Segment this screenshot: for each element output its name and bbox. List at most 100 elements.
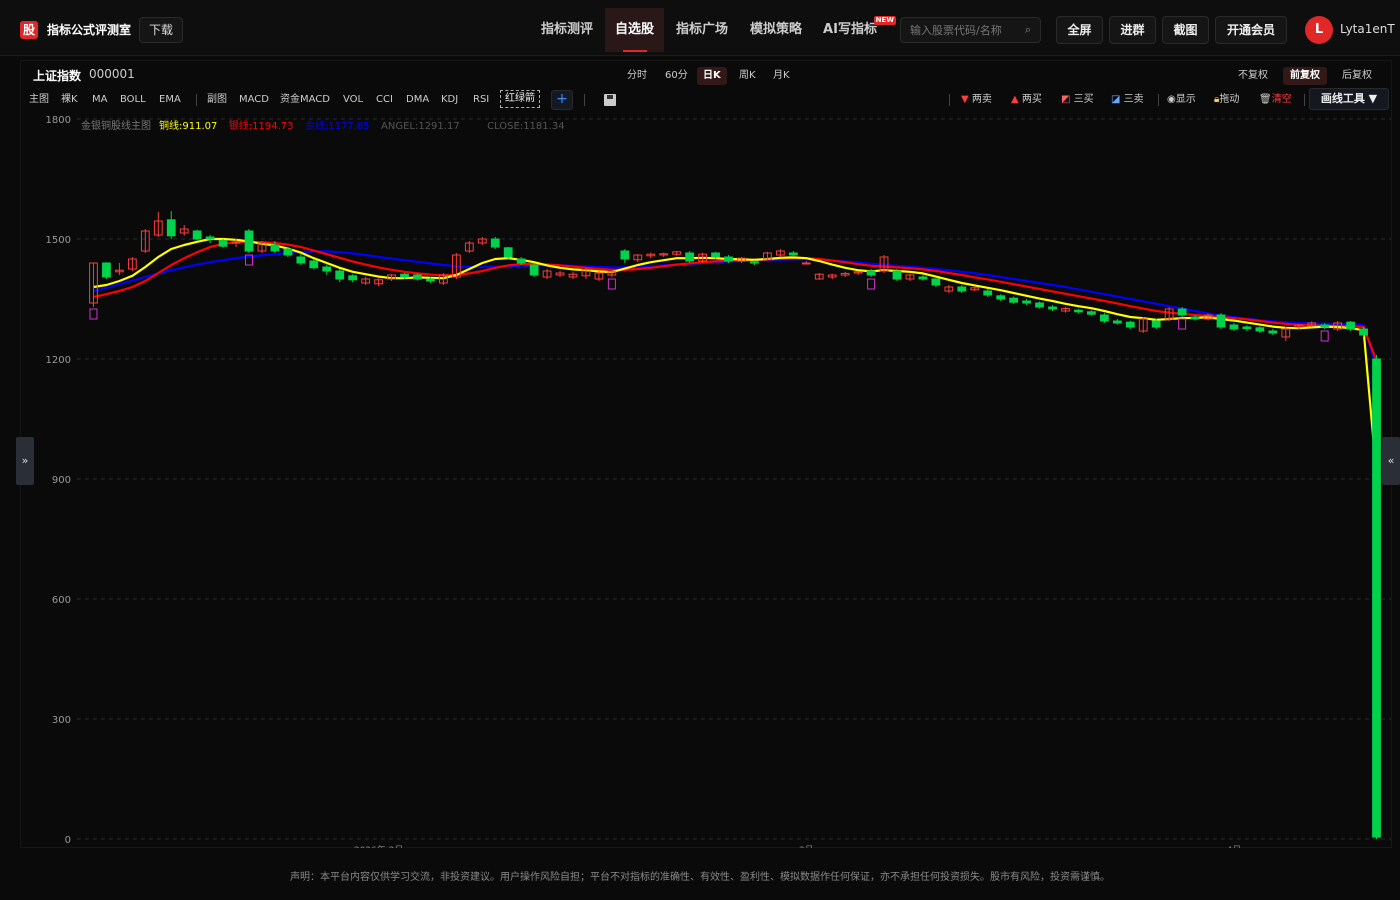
search-icon[interactable]: ⌕ bbox=[1025, 23, 1031, 37]
candle-body bbox=[1320, 324, 1330, 328]
tool-label: 清空 bbox=[1271, 94, 1292, 105]
indicator-rsi[interactable]: RSI bbox=[473, 93, 489, 107]
avatar[interactable]: L bbox=[1305, 16, 1333, 44]
x-tick-label: 3月 bbox=[799, 845, 814, 848]
candle-body bbox=[866, 270, 876, 276]
expand-right-button[interactable]: « bbox=[1382, 437, 1400, 485]
two-buy-tool[interactable]: ▲ 两买 bbox=[1011, 93, 1042, 107]
membership-button[interactable]: 开通会员 bbox=[1215, 16, 1287, 44]
candle-body bbox=[503, 247, 513, 258]
candlestick-chart[interactable]: 0 300 600 900 1200 1500 1800 2026年 2月 3月 4月 金银铜股线… bbox=[21, 113, 1391, 848]
drag-toggle[interactable]: 🔒︎拖动 bbox=[1214, 93, 1239, 107]
indicator-naked-k[interactable]: 裸K bbox=[61, 93, 78, 107]
app-title[interactable]: 指标公式评测室 bbox=[47, 21, 131, 39]
expand-left-button[interactable]: » bbox=[16, 437, 34, 485]
nav-simulation-strategy[interactable]: 模拟策略 bbox=[740, 8, 812, 52]
y-tick-label: 0 bbox=[65, 835, 71, 846]
search-input[interactable] bbox=[910, 22, 1015, 38]
candle-body bbox=[711, 252, 720, 258]
period-intraday[interactable]: 分时 bbox=[621, 67, 653, 85]
candle-body bbox=[516, 258, 526, 264]
triangle-down-icon: ▼ bbox=[961, 94, 969, 105]
indicator-red-green-arrow[interactable]: 红绿箭 bbox=[500, 90, 540, 108]
candle-body bbox=[400, 273, 409, 278]
triangle-up-icon: ▲ bbox=[1011, 94, 1019, 105]
candle-body bbox=[1009, 297, 1019, 303]
indicator-ma[interactable]: MA bbox=[92, 93, 107, 107]
adjust-backward[interactable]: 后复权 bbox=[1335, 67, 1379, 85]
candle-body bbox=[1372, 358, 1381, 838]
candle-body bbox=[1255, 327, 1265, 332]
indicator-vol[interactable]: VOL bbox=[343, 93, 363, 107]
drawing-tools-dropdown[interactable]: 画线工具 ▼ bbox=[1309, 88, 1389, 110]
trash-icon: 🗑︎ bbox=[1259, 94, 1272, 105]
trend-down-icon: ◪ bbox=[1111, 94, 1121, 105]
candle-body bbox=[529, 264, 539, 276]
username[interactable]: Lyta1enT bbox=[1340, 22, 1395, 36]
stock-search[interactable]: ⌕ bbox=[900, 17, 1041, 43]
stock-code: 000001 bbox=[89, 67, 135, 81]
divider bbox=[949, 94, 950, 106]
indicator-macd[interactable]: MACD bbox=[239, 93, 269, 107]
candle-body bbox=[205, 236, 215, 240]
candle-body bbox=[1125, 321, 1135, 328]
legend-CLOSE: CLOSE:1181.34 bbox=[487, 121, 564, 132]
indicator-boll[interactable]: BOLL bbox=[120, 93, 146, 107]
screenshot-button[interactable]: 截图 bbox=[1162, 16, 1209, 44]
nav-ai-indicator[interactable]: AI写指标 NEW bbox=[816, 8, 896, 52]
divider bbox=[1304, 94, 1305, 106]
candle-body bbox=[166, 219, 176, 237]
candle-body bbox=[983, 290, 993, 296]
buy-marker bbox=[1320, 330, 1329, 342]
period-daily[interactable]: 日K bbox=[697, 67, 727, 85]
indicator-main-chart[interactable]: 主图 bbox=[29, 93, 49, 107]
add-indicator-button[interactable]: + bbox=[551, 90, 573, 110]
trend-up-icon: ◩ bbox=[1061, 94, 1071, 105]
indicator-dma[interactable]: DMA bbox=[406, 93, 429, 107]
nav-watchlist[interactable]: 自选股 bbox=[605, 8, 664, 52]
candle-body bbox=[270, 244, 280, 252]
candle-body bbox=[231, 241, 241, 244]
show-toggle[interactable]: ◉显示 bbox=[1167, 93, 1196, 107]
copper-line-series bbox=[93, 237, 1378, 475]
three-sell-tool[interactable]: ◪ 三卖 bbox=[1111, 93, 1144, 107]
candle-body bbox=[892, 270, 902, 280]
three-buy-tool[interactable]: ◩ 三买 bbox=[1061, 93, 1094, 107]
join-group-button[interactable]: 进群 bbox=[1109, 16, 1156, 44]
indicator-fund-macd[interactable]: 资金MACD bbox=[280, 93, 330, 107]
clear-button[interactable]: 🗑︎清空 bbox=[1259, 93, 1292, 107]
candle-body bbox=[1151, 320, 1161, 328]
nav-indicator-review[interactable]: 指标测评 bbox=[531, 8, 603, 52]
period-monthly[interactable]: 月K bbox=[767, 67, 796, 85]
period-60min[interactable]: 60分 bbox=[659, 67, 694, 85]
candle-body bbox=[957, 286, 967, 292]
candle-body bbox=[931, 278, 941, 286]
nav-label: 自选股 bbox=[614, 22, 654, 37]
save-icon[interactable] bbox=[604, 94, 616, 106]
nav-indicator-plaza[interactable]: 指标广场 bbox=[666, 8, 738, 52]
buy-marker bbox=[607, 278, 616, 290]
two-sell-tool[interactable]: ▼ 两卖 bbox=[961, 93, 992, 107]
legend-prefix: 金银铜股线主图 bbox=[81, 119, 151, 132]
candle-body bbox=[750, 261, 759, 264]
candle-body bbox=[801, 262, 811, 265]
period-weekly[interactable]: 周K bbox=[733, 67, 762, 85]
adjust-forward[interactable]: 前复权 bbox=[1283, 67, 1327, 85]
indicator-ema[interactable]: EMA bbox=[159, 93, 181, 107]
download-button[interactable]: 下载 bbox=[139, 17, 183, 43]
y-tick-label: 600 bbox=[52, 595, 71, 606]
legend-金线: 金线:1177.85 bbox=[305, 119, 370, 132]
indicator-cci[interactable]: CCI bbox=[376, 93, 393, 107]
candle-body bbox=[283, 248, 293, 256]
y-tick-label: 900 bbox=[52, 475, 71, 486]
candle-body bbox=[918, 276, 928, 280]
candle-body bbox=[244, 230, 254, 252]
candle-body bbox=[996, 295, 1006, 300]
tool-label: 拖动 bbox=[1219, 94, 1240, 105]
fullscreen-button[interactable]: 全屏 bbox=[1056, 16, 1103, 44]
candle-body bbox=[1242, 326, 1252, 330]
indicator-sub-chart[interactable]: 副图 bbox=[207, 93, 227, 107]
adjust-none[interactable]: 不复权 bbox=[1231, 67, 1275, 85]
stock-name: 上证指数 bbox=[33, 69, 82, 83]
indicator-kdj[interactable]: KDJ bbox=[441, 93, 458, 107]
